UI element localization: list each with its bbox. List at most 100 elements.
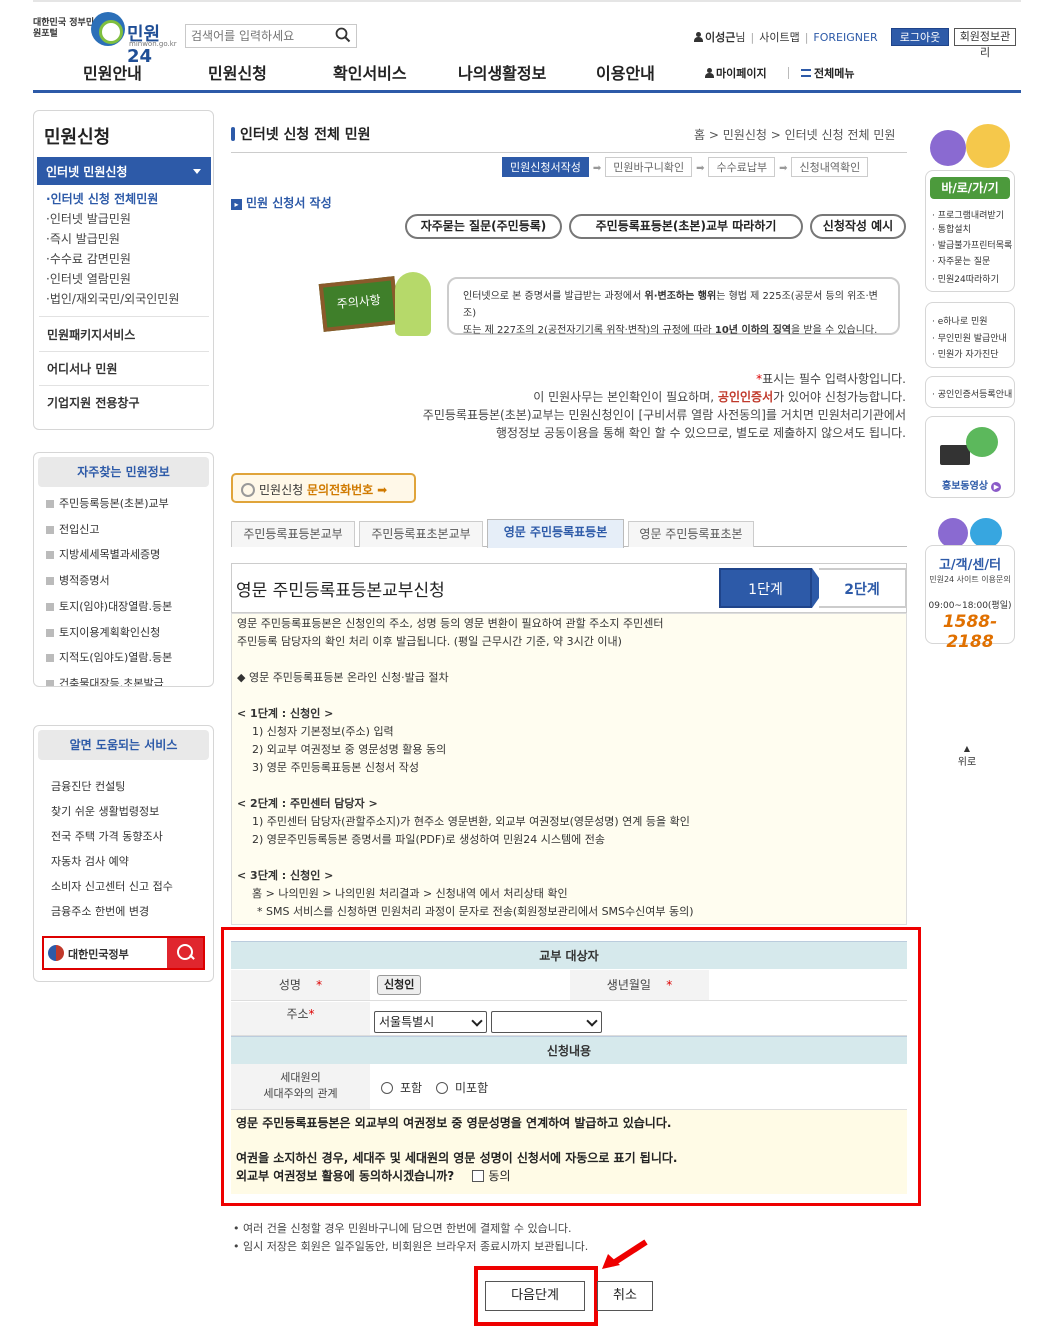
arrow-right-icon: ➡ [377,483,388,497]
applicant-button[interactable]: 신청인 [377,975,422,995]
faq-item[interactable]: 토지(임야)대장열람.등본 [46,598,172,614]
quick-item[interactable]: · 민원24따라하기 [932,272,999,285]
gnb-item-lifeinfo[interactable]: 나의생활정보 [458,60,546,84]
quick-item[interactable]: · 발급불가프린터목록 [932,238,1012,251]
lnb-sub-all[interactable]: ·인터넷 신청 전체민원 [46,190,158,207]
faq-item[interactable]: 지적도(임야도)열람.등본 [46,649,172,665]
help-item[interactable]: 전국 주택 가격 동향조사 [51,828,163,844]
step-fee: 수수료납부 [708,157,776,177]
bullet-icon [46,500,54,508]
help-item[interactable]: 자동차 검사 예약 [51,853,129,869]
faq-resident-button[interactable]: 자주묻는 질문(주민등록) [405,214,562,239]
mypage-link[interactable]: 마이페이지 [705,65,767,81]
faq-item[interactable]: 주민등록등본(초본)교부 [46,495,169,511]
tab-english-abstract[interactable]: 영문 주민등록표초본 [628,521,754,547]
divider [39,316,209,317]
faq-box: 자주찾는 민원정보 주민등록등본(초본)교부 전입신고 지방세세목별과세증명 병… [33,452,214,687]
breadcrumb-apply[interactable]: 민원신청 [723,128,767,142]
section-request: 신청내용 [231,1036,907,1064]
gnb-item-help[interactable]: 이용안내 [596,60,655,84]
cert-guide-link[interactable]: · 공인인증서등록안내 [932,387,1012,400]
search-input[interactable] [186,25,330,47]
lnb-item-business[interactable]: 기업지원 전용창구 [47,394,140,411]
search-button[interactable] [330,25,356,47]
chevron-up-icon: ▲ [963,744,971,753]
document-tabs: 주민등록표등본교부 주민등록표초본교부 영문 주민등록표등본 영문 주민등록표초… [231,519,907,548]
gov-search-banner[interactable]: 대한민국정부 [42,936,205,970]
person-icon [705,68,714,78]
address-district-select[interactable] [491,1011,602,1033]
lnb-item-internet-apply[interactable]: 인터넷 민원신청 [37,157,211,185]
tab-english-copy[interactable]: 영문 주민등록표등본 [487,519,624,548]
inquiry-phone-button[interactable]: 민원신청 문의전화번호 ➡ [231,473,416,503]
quick-item[interactable]: · 자주묻는 질문 [932,254,990,267]
radio-exclude[interactable] [436,1082,448,1094]
bullet-icon [46,551,54,559]
mascot-penguin-icon [938,518,968,548]
member-info-button[interactable]: 회원정보관리 [954,28,1016,59]
minwon24-logo[interactable]: 대한민국 정부민원포털 민원24 minwon.go.kr [33,10,178,67]
quick-item[interactable]: · e하나로 민원 [932,314,988,327]
example-button[interactable]: 신청작성 예시 [810,214,906,239]
foreigner-link[interactable]: FOREIGNER [813,31,877,44]
step-write: 민원신청서작성 [502,157,589,177]
quick-item[interactable]: · 프로그램내려받기 [932,208,1004,221]
cert-guide-box[interactable]: · 공인인증서등록안내 [925,376,1015,408]
scroll-top-button[interactable]: ▲ 위로 [952,744,982,769]
address-province-select[interactable]: 서울특별시 [374,1011,487,1033]
mascot-loopy-icon [970,518,1002,548]
customer-center-hours: 09:00~18:00(평일) [928,601,1012,611]
allmenu-link[interactable]: 전체메뉴 [801,65,854,81]
faq-item[interactable]: 지방세세목별과세증명 [46,546,160,562]
lnb-sub-instant[interactable]: ·즉시 발급민원 [46,230,120,247]
help-item[interactable]: 소비자 신고센터 신고 접수 [51,878,173,894]
quick-item[interactable]: · 통합설치 [932,222,971,235]
step-basket: 민원바구니확인 [605,157,693,177]
lnb-item-anywhere[interactable]: 어디서나 민원 [47,360,117,377]
agree-checkbox[interactable] [472,1170,485,1182]
tab-resident-copy[interactable]: 주민등록표등본교부 [231,521,355,547]
divider [39,351,209,352]
gnb-item-guide[interactable]: 민원안내 [83,60,142,84]
faq-item[interactable]: 토지이용계획확인신청 [46,624,160,640]
faq-item[interactable]: 병적증명서 [46,572,110,588]
arrow-right-icon: ➡ [696,163,705,174]
breadcrumb-home[interactable]: 홈 [694,128,705,142]
faq-item[interactable]: 전입신고 [46,521,99,537]
lnb-sub-view[interactable]: ·인터넷 열람민원 [46,270,131,287]
chevron-down-icon [471,1015,483,1027]
follow-guide-button[interactable]: 주민등록표등본(초본)교부 따라하기 [569,214,803,239]
tab-resident-abstract[interactable]: 주민등록표초본교부 [359,521,483,547]
quick-item[interactable]: · 민원가 자가진단 [932,347,999,360]
address-label: 주소* [231,1002,370,1035]
gnb-item-verify[interactable]: 확인서비스 [333,60,407,84]
faq-item[interactable]: 건축물대장등.초본발급 [46,675,164,686]
exclude-label: 미포함 [455,1081,489,1095]
bullet-icon [46,577,54,585]
lnb-sub-issue[interactable]: ·인터넷 발급민원 [46,210,131,227]
mascot-pororo-icon [966,124,1010,168]
radio-include[interactable] [381,1082,393,1094]
help-item[interactable]: 찾기 쉬운 생활법령정보 [51,803,159,819]
utility-links: 이성근님 | 사이트맵 | FOREIGNER [694,29,878,47]
help-item[interactable]: 금융주소 한번에 변경 [51,903,149,919]
logout-button[interactable]: 로그아웃 [891,28,949,46]
breadcrumb-current: 인터넷 신청 전체 민원 [784,128,896,142]
lnb-sub-corp[interactable]: ·법인/재외국민/외국인민원 [46,290,179,307]
lnb-sub-fee-exempt[interactable]: ·수수료 감면민원 [46,250,131,267]
divider [231,152,907,153]
sitemap-link[interactable]: 사이트맵 [759,29,799,45]
quick-links-box-2: · e하나로 민원 · 무인민원 발급안내 · 민원가 자가진단 [925,302,1015,368]
quick-item[interactable]: · 무인민원 발급안내 [932,331,1007,344]
lnb-item-package[interactable]: 민원패키지서비스 [47,326,135,343]
customer-center-box: 고/객/센/터 민원24 사이트 이용문의 09:00~18:00(평일) 15… [925,545,1015,652]
promo-video-box[interactable]: 홍보동영상 ▶ [925,416,1015,498]
customer-center-title: 고/객/센/터 [938,558,1002,573]
customer-center-phone: 1588-2188 [942,612,998,652]
promo-video-label: 홍보동영상 ▶ [942,477,1002,492]
help-item[interactable]: 금융진단 컨설팅 [51,778,125,794]
gnb-item-apply[interactable]: 민원신청 [208,60,267,84]
cancel-button[interactable]: 취소 [597,1281,653,1311]
divider [788,67,789,79]
next-step-button[interactable]: 다음단계 [485,1281,585,1311]
